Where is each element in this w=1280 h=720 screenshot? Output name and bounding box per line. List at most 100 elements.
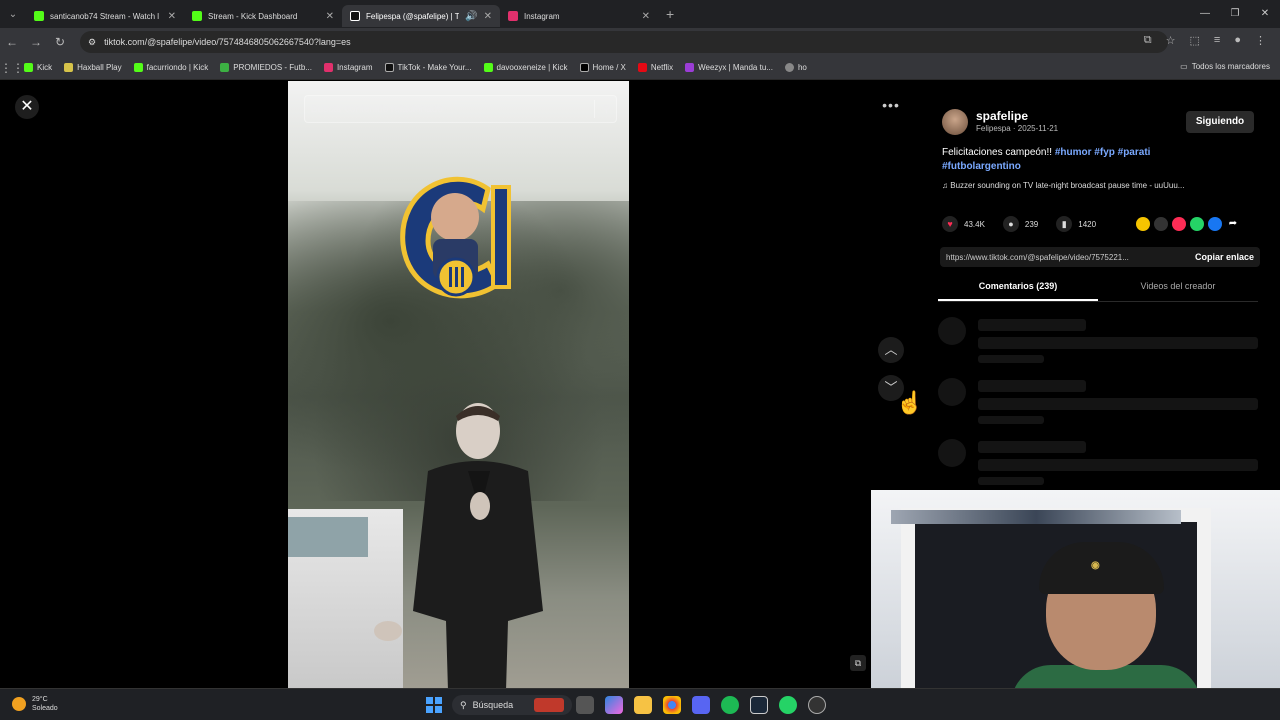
tab-audio-icon[interactable]: 🔊 (465, 11, 477, 22)
discord-icon[interactable] (692, 696, 710, 714)
tab-creator-videos[interactable]: Videos del creador (1098, 281, 1258, 301)
hashtag-link[interactable]: #humor (1055, 147, 1092, 158)
skeleton-avatar (938, 439, 966, 467)
tab-close-icon[interactable]: ✕ (484, 11, 492, 22)
bookmark-davooxeneize[interactable]: davooxeneize | Kick (483, 63, 568, 72)
extensions-icon[interactable]: ⬚ (1190, 34, 1200, 47)
bookmark-ho[interactable]: ho (784, 63, 807, 72)
bookmark-star-icon[interactable]: ☆ (1166, 34, 1176, 47)
browser-tab-2[interactable]: Stream - Kick Dashboard ✕ (184, 5, 342, 27)
bookmark-label: Haxball Play (77, 63, 122, 72)
bookmark-x[interactable]: Home / X (579, 63, 626, 72)
task-view-icon[interactable] (576, 696, 594, 714)
chrome-icon[interactable] (663, 696, 681, 714)
post-actions: ♥ 43.4K ● 239 ▮ 1420 (942, 216, 1108, 232)
pinned-apps (576, 696, 826, 714)
previous-video-icon[interactable]: ︿ (878, 337, 904, 363)
hashtag-link[interactable]: #parati (1118, 147, 1151, 158)
search-highlight-icon (534, 698, 564, 712)
repost-icon[interactable] (1136, 217, 1150, 231)
related-search-input[interactable]: Buscar contenido relacionado (311, 104, 586, 115)
reload-icon[interactable]: ↻ (48, 35, 72, 49)
file-explorer-icon[interactable] (634, 696, 652, 714)
tab-comments[interactable]: Comentarios (239) (938, 281, 1098, 301)
new-tab-icon[interactable]: + (666, 6, 674, 22)
following-button[interactable]: Siguiendo (1186, 111, 1254, 133)
profile-avatar-icon[interactable]: ● (1234, 34, 1241, 47)
video-pool-water (288, 517, 368, 557)
bookmark-instagram[interactable]: Instagram (323, 63, 373, 72)
apps-grid-icon[interactable]: ⋮⋮ (0, 61, 24, 75)
bookmark-netflix[interactable]: Netflix (637, 63, 673, 72)
address-bar[interactable]: ⚙ tiktok.com/@spafelipe/video/7574846805… (80, 31, 1168, 53)
all-bookmarks-label: Todos los marcadores (1191, 62, 1270, 71)
embed-icon[interactable] (1154, 217, 1168, 231)
weather-widget[interactable]: 29°C Soleado (12, 695, 58, 713)
browser-tab-4[interactable]: Instagram ✕ (500, 5, 658, 27)
music-link[interactable]: ♫ Buzzer sounding on TV late-night broad… (942, 181, 1242, 190)
hashtag-link[interactable]: #fyp (1094, 147, 1115, 158)
site-info-icon[interactable]: ⚙ (88, 37, 96, 48)
hashtag-link[interactable]: #futbolargentino (942, 161, 1021, 172)
search-icon[interactable]: ⚲ (603, 104, 610, 115)
related-search-bar[interactable]: Buscar contenido relacionado ⚲ (304, 95, 617, 123)
video-link-bar: https://www.tiktok.com/@spafelipe/video/… (940, 247, 1260, 267)
send-to-friends-icon[interactable] (1172, 217, 1186, 231)
restore-icon[interactable]: ❐ (1220, 0, 1250, 28)
cap-crest-icon: ◉ (1091, 560, 1100, 571)
video-player[interactable]: Buscar contenido relacionado ⚲ (288, 81, 629, 688)
share-arrow-icon[interactable]: ➦ (1226, 217, 1240, 231)
whatsapp-icon[interactable] (1190, 217, 1204, 231)
forward-icon[interactable]: → (24, 35, 48, 49)
tab-close-icon[interactable]: ✕ (168, 11, 176, 22)
close-window-icon[interactable]: ✕ (1250, 0, 1280, 28)
all-bookmarks[interactable]: ▭ Todos los marcadores (1180, 62, 1270, 71)
tab-search-icon[interactable]: ⌄ (0, 9, 26, 20)
close-video-icon[interactable]: ✕ (15, 95, 39, 119)
app-icon[interactable] (808, 696, 826, 714)
bookmark-kick[interactable]: Kick (24, 63, 52, 72)
video-link-text[interactable]: https://www.tiktok.com/@spafelipe/video/… (946, 253, 1195, 262)
x-icon (579, 63, 589, 72)
skeleton-line (978, 459, 1258, 471)
back-icon[interactable]: ← (0, 35, 24, 49)
minimize-icon[interactable]: — (1190, 0, 1220, 28)
install-app-icon[interactable]: ⧉ (1144, 34, 1152, 47)
bookmark-tiktok[interactable]: TikTok - Make Your... (384, 63, 472, 72)
menu-dots-icon[interactable]: ⋮ (1255, 34, 1266, 47)
bookmark-facurriondo[interactable]: facurriondo | Kick (133, 63, 208, 72)
avatar[interactable] (942, 109, 968, 135)
whatsapp-icon[interactable] (779, 696, 797, 714)
windows-start-icon[interactable] (426, 697, 442, 713)
copy-link-button[interactable]: Copiar enlace (1195, 252, 1254, 262)
bookmark-haxball[interactable]: Haxball Play (64, 63, 122, 72)
username[interactable]: spafelipe (976, 109, 1028, 123)
netflix-icon (637, 63, 647, 72)
facebook-icon[interactable] (1208, 217, 1222, 231)
media-icon[interactable]: ≡ (1214, 34, 1220, 47)
copilot-icon[interactable] (605, 696, 623, 714)
bookmark-promiedos[interactable]: PROMIEDOS - Futb... (220, 63, 312, 72)
more-options-icon[interactable]: ••• (878, 97, 904, 117)
steam-icon[interactable] (750, 696, 768, 714)
spotify-icon[interactable] (721, 696, 739, 714)
browser-tab-1[interactable]: santicanob74 Stream - Watch l ✕ (26, 5, 184, 27)
bookmark-label: ho (797, 63, 807, 72)
skeleton-line (978, 398, 1258, 410)
taskbar-search[interactable]: ⚲ Búsqueda (452, 695, 572, 715)
club-crest-overlay (400, 176, 511, 299)
like-heart-icon[interactable]: ♥ (942, 216, 958, 232)
address-text: tiktok.com/@spafelipe/video/757484680506… (104, 37, 351, 47)
floating-player-icon[interactable]: ⧉ (850, 655, 866, 671)
search-divider (593, 100, 595, 118)
comment-icon[interactable]: ● (1002, 216, 1019, 232)
tiktok-icon (384, 63, 394, 72)
bookmark-weezyx[interactable]: Weezyx | Manda tu... (685, 63, 773, 72)
weezyx-icon (685, 63, 695, 72)
browser-tab-3[interactable]: Felipespa (@spafelipe) | Ti 🔊 ✕ (342, 5, 500, 27)
kick-icon (133, 63, 143, 72)
taskbar-search-label: Búsqueda (472, 700, 514, 710)
tab-close-icon[interactable]: ✕ (326, 11, 334, 22)
tab-close-icon[interactable]: ✕ (642, 11, 650, 22)
bookmark-icon[interactable]: ▮ (1056, 216, 1073, 232)
